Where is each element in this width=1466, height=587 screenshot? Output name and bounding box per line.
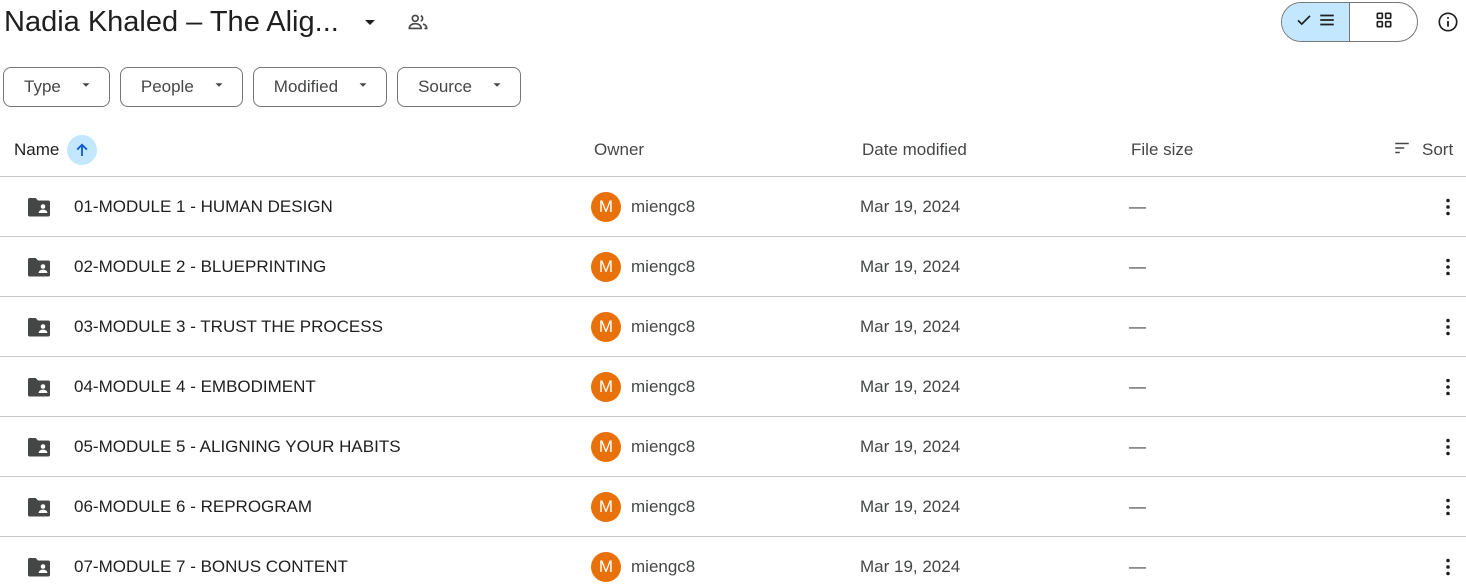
file-row[interactable]: 01-MODULE 1 - HUMAN DESIGN M miengc8 Mar…: [0, 177, 1466, 237]
avatar: M: [591, 432, 621, 462]
sort-button[interactable]: Sort: [1392, 124, 1453, 176]
shared-folder-icon: [26, 315, 52, 339]
file-name: 05-MODULE 5 - ALIGNING YOUR HABITS: [74, 437, 401, 456]
view-toggle: [1281, 2, 1418, 42]
more-vert-icon[interactable]: [1436, 555, 1460, 579]
owner-name: miengc8: [631, 317, 696, 336]
column-owner[interactable]: Owner: [594, 124, 644, 176]
chip-label: Type: [24, 77, 61, 96]
shared-folder-icon: [26, 555, 52, 579]
check-icon: [1295, 11, 1313, 34]
file-name: 03-MODULE 3 - TRUST THE PROCESS: [74, 317, 383, 336]
arrow-drop-down-icon: [79, 77, 93, 97]
date-modified: Mar 19, 2024: [860, 437, 961, 456]
file-row[interactable]: 04-MODULE 4 - EMBODIMENT M miengc8 Mar 1…: [0, 357, 1466, 417]
avatar: M: [591, 312, 621, 342]
filter-modified-chip[interactable]: Modified: [252, 67, 388, 107]
column-header-row: Name Owner Date modified File size Sort: [0, 124, 1466, 177]
list-icon: [1317, 11, 1337, 34]
sort-icon: [1392, 139, 1412, 162]
more-vert-icon[interactable]: [1436, 495, 1460, 519]
arrow-drop-down-icon[interactable]: [358, 10, 382, 34]
shared-folder-icon: [26, 195, 52, 219]
file-name: 02-MODULE 2 - BLUEPRINTING: [74, 257, 327, 276]
people-icon[interactable]: [406, 10, 430, 34]
chip-label: Source: [418, 77, 472, 96]
file-name: 04-MODULE 4 - EMBODIMENT: [74, 377, 316, 396]
date-modified: Mar 19, 2024: [860, 557, 961, 576]
arrow-drop-down-icon: [356, 77, 370, 97]
file-row[interactable]: 05-MODULE 5 - ALIGNING YOUR HABITS M mie…: [0, 417, 1466, 477]
date-modified: Mar 19, 2024: [860, 377, 961, 396]
arrow-drop-down-icon: [490, 77, 504, 97]
file-row[interactable]: 07-MODULE 7 - BONUS CONTENT M miengc8 Ma…: [0, 537, 1466, 587]
date-modified: Mar 19, 2024: [860, 317, 961, 336]
file-size: —: [1129, 557, 1146, 576]
shared-folder-icon: [26, 495, 52, 519]
file-list: 01-MODULE 1 - HUMAN DESIGN M miengc8 Mar…: [0, 177, 1466, 587]
filter-people-chip[interactable]: People: [119, 67, 243, 107]
filter-source-chip[interactable]: Source: [397, 67, 521, 107]
page-header: Nadia Khaled – The Alig...: [0, 0, 1466, 50]
chip-label: People: [140, 77, 194, 96]
column-file-size[interactable]: File size: [1131, 124, 1193, 176]
filter-type-chip[interactable]: Type: [3, 67, 110, 107]
column-name-label: Name: [14, 140, 60, 159]
more-vert-icon[interactable]: [1436, 255, 1460, 279]
owner-name: miengc8: [631, 437, 696, 456]
chip-label: Modified: [273, 77, 339, 96]
file-row[interactable]: 06-MODULE 6 - REPROGRAM M miengc8 Mar 19…: [0, 477, 1466, 537]
column-name[interactable]: Name: [14, 124, 98, 176]
filter-bar: Type People Modified Source: [3, 67, 521, 107]
column-date-modified[interactable]: Date modified: [862, 124, 967, 176]
date-modified: Mar 19, 2024: [860, 497, 961, 516]
arrow-upward-icon[interactable]: [67, 135, 98, 165]
date-modified: Mar 19, 2024: [860, 257, 961, 276]
sort-label: Sort: [1422, 140, 1454, 159]
list-view-button[interactable]: [1282, 3, 1350, 41]
arrow-drop-down-icon: [212, 77, 226, 97]
avatar: M: [591, 252, 621, 282]
more-vert-icon[interactable]: [1436, 195, 1460, 219]
shared-folder-icon: [26, 375, 52, 399]
file-size: —: [1129, 257, 1146, 276]
file-name: 06-MODULE 6 - REPROGRAM: [74, 497, 313, 516]
file-size: —: [1129, 377, 1146, 396]
avatar: M: [591, 192, 621, 222]
owner-name: miengc8: [631, 497, 696, 516]
avatar: M: [591, 372, 621, 402]
avatar: M: [591, 492, 621, 522]
owner-name: miengc8: [631, 377, 696, 396]
file-size: —: [1129, 317, 1146, 336]
grid-icon: [1374, 10, 1394, 35]
date-modified: Mar 19, 2024: [860, 197, 961, 216]
file-row[interactable]: 02-MODULE 2 - BLUEPRINTING M miengc8 Mar…: [0, 237, 1466, 297]
more-vert-icon[interactable]: [1436, 435, 1460, 459]
more-vert-icon[interactable]: [1436, 375, 1460, 399]
owner-name: miengc8: [631, 557, 696, 576]
owner-name: miengc8: [631, 257, 696, 276]
avatar: M: [591, 552, 621, 582]
info-icon[interactable]: [1436, 10, 1460, 34]
more-vert-icon[interactable]: [1436, 315, 1460, 339]
file-name: 01-MODULE 1 - HUMAN DESIGN: [74, 197, 333, 216]
shared-folder-icon: [26, 255, 52, 279]
file-name: 07-MODULE 7 - BONUS CONTENT: [74, 557, 348, 576]
file-size: —: [1129, 437, 1146, 456]
grid-view-button[interactable]: [1350, 3, 1417, 41]
owner-name: miengc8: [631, 197, 696, 216]
file-size: —: [1129, 197, 1146, 216]
file-row[interactable]: 03-MODULE 3 - TRUST THE PROCESS M miengc…: [0, 297, 1466, 357]
shared-folder-icon: [26, 435, 52, 459]
folder-title[interactable]: Nadia Khaled – The Alig...: [4, 4, 339, 40]
file-size: —: [1129, 497, 1146, 516]
